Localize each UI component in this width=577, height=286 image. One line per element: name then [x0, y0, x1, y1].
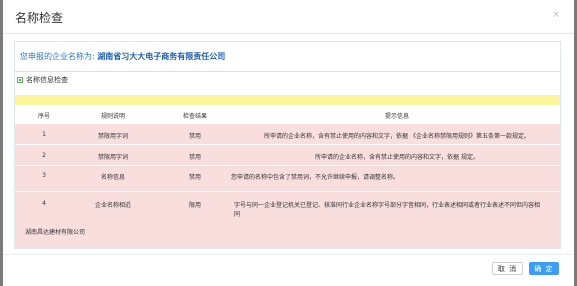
footer-divider — [3, 254, 574, 255]
row-result: 禁用 — [188, 174, 202, 181]
section-title: 名称信息检查 — [26, 76, 68, 84]
row-no: 4 — [42, 200, 46, 207]
table-row: 3 名称信息 禁用 您申请的名称中包含了禁用词，不允许继续申报，请调整名称。 — [15, 165, 560, 192]
dialog-title: 名称检查 — [15, 11, 64, 25]
checklist-icon — [17, 77, 23, 83]
row-no: 3 — [42, 172, 46, 179]
header-no: 序号 — [37, 113, 51, 120]
close-icon[interactable]: × — [552, 10, 560, 20]
row-no: 2 — [42, 152, 46, 159]
check-panel: 您申报的企业名称为: 湖南省习大大电子商务有限责任公司 名称信息检查 序号 规则… — [14, 41, 561, 249]
title-divider — [3, 33, 574, 34]
panel-divider — [15, 71, 560, 72]
row-rule: 企业名称相近 — [94, 202, 132, 209]
row-tip: 所申请的企业名称，含有禁止使用的内容和文字，依据 规定。 — [315, 154, 479, 161]
row-result: 禁用 — [188, 154, 202, 161]
row-tip-line2: 同 — [234, 211, 241, 218]
row-tip: 您申请的名称中包含了禁用词，不允许继续申报，请调整名称。 — [231, 174, 400, 181]
row-rule: 禁限用字词 — [97, 133, 129, 140]
table-row: 4 企业名称相近 限用 字号与同一企业登记机关已登记、核准同行业企业名称字号部分… — [15, 191, 560, 248]
row-tip-line1: 字号与同一企业登记机关已登记、核准同行业企业名称字号部分字音相同，行业表述相同或… — [234, 202, 541, 209]
similar-company-link[interactable]: 湖南昌达建材有限公司 — [25, 227, 85, 236]
row-no: 1 — [42, 131, 46, 138]
applied-name-line: 您申报的企业名称为: 湖南省习大大电子商务有限责任公司 — [20, 51, 225, 62]
confirm-button[interactable]: 确 定 — [529, 262, 559, 275]
row-rule: 禁限用字词 — [97, 154, 129, 161]
table-row: 2 禁限用字词 禁用 所申请的企业名称，含有禁止使用的内容和文字，依据 规定。 — [15, 144, 560, 166]
applied-prefix: 您申报的企业名称为: — [20, 52, 95, 61]
table-header: 序号 规则说明 检查结果 提示信息 — [15, 105, 560, 123]
header-tip: 提示信息 — [384, 113, 410, 120]
header-result: 检查结果 — [182, 113, 208, 120]
row-result: 限用 — [188, 202, 202, 209]
applied-company-name: 湖南省习大大电子商务有限责任公司 — [97, 52, 226, 61]
row-tip: 所申请的企业名称，含有禁止使用的内容和文字，依据 《企业名称禁限用规则》第五条第… — [264, 133, 530, 140]
section-header: 名称信息检查 — [17, 75, 68, 85]
name-check-dialog: 名称检查 × 您申报的企业名称为: 湖南省习大大电子商务有限责任公司 名称信息检… — [3, 0, 574, 286]
row-rule: 名称信息 — [100, 174, 126, 181]
header-rule: 规则说明 — [100, 113, 126, 120]
table-row: 1 禁限用字词 禁用 所申请的企业名称，含有禁止使用的内容和文字，依据 《企业名… — [15, 123, 560, 145]
row-result: 禁用 — [188, 133, 202, 140]
warning-bar — [15, 95, 560, 105]
cancel-button[interactable]: 取 消 — [492, 262, 523, 275]
